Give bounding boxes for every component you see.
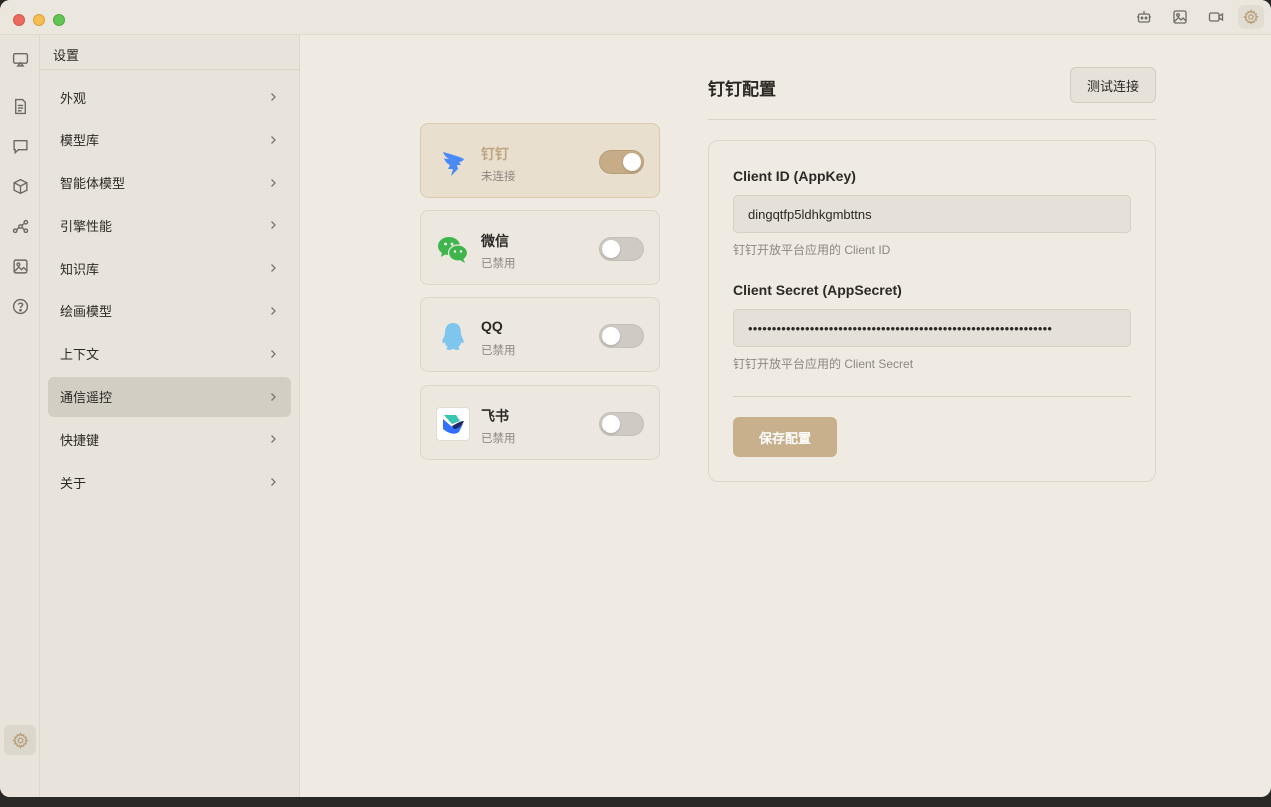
sidebar-item-model-library[interactable]: 模型库 — [48, 120, 291, 160]
chevron-right-icon — [271, 392, 276, 401]
divider — [733, 396, 1131, 397]
sidebar-item-drawing-model[interactable]: 绘画模型 — [48, 291, 291, 331]
sidebar-item-label: 快捷键 — [60, 432, 100, 448]
channel-name: 微信 — [481, 233, 509, 249]
sidebar-item-label: 关于 — [60, 475, 87, 491]
image-icon[interactable] — [1167, 5, 1193, 29]
client-id-label: Client ID (AppKey) — [733, 168, 856, 184]
channel-card-dingtalk[interactable]: 钉钉 未连接 — [420, 123, 660, 198]
document-icon[interactable] — [4, 91, 36, 121]
divider — [708, 119, 1156, 120]
channel-card-qq[interactable]: QQ 已禁用 — [420, 297, 660, 372]
chevron-right-icon — [271, 93, 276, 101]
sidebar-item-remote-control[interactable]: 通信遥控 — [48, 376, 291, 417]
channel-status: 已禁用 — [481, 433, 516, 445]
settings-icon[interactable] — [1238, 5, 1264, 29]
channel-name: 钉钉 — [481, 146, 509, 162]
close-window-button[interactable] — [13, 14, 25, 26]
sidebar-item-shortcuts[interactable]: 快捷键 — [48, 419, 291, 459]
app-window: 设置 外观 模型库 智能体模型 引擎性能 知识库 绘画模型 上下文 通信遥控 快… — [0, 0, 1271, 797]
channel-status: 已禁用 — [481, 258, 516, 270]
chevron-right-icon — [271, 349, 276, 358]
client-secret-label: Client Secret (AppSecret) — [733, 282, 902, 298]
client-secret-input[interactable]: ••••••••••••••••••••••••••••••••••••••••… — [733, 309, 1131, 347]
minimize-window-button[interactable] — [33, 14, 45, 26]
channel-status: 已禁用 — [481, 345, 516, 357]
sidebar-item-engine-performance[interactable]: 引擎性能 — [48, 205, 291, 245]
sidebar-item-label: 上下文 — [60, 347, 100, 363]
sidebar-item-about[interactable]: 关于 — [48, 462, 291, 502]
sidebar-item-knowledge-base[interactable]: 知识库 — [48, 248, 291, 288]
chevron-right-icon — [271, 178, 276, 187]
sidebar-title: 设置 — [40, 35, 299, 70]
sidebar-item-appearance[interactable]: 外观 — [48, 77, 291, 117]
maximize-window-button[interactable] — [53, 14, 65, 26]
video-icon[interactable] — [1203, 5, 1229, 29]
save-config-button[interactable]: 保存配置 — [733, 417, 837, 457]
sidebar-item-label: 通信遥控 — [60, 390, 113, 406]
sidebar-item-label: 智能体模型 — [60, 176, 126, 192]
channel-name: 飞书 — [481, 408, 509, 424]
main-content: 钉钉 未连接 微信 已禁用 QQ 已禁用 飞书 已禁用 钉钉配置 测试连接 Cl… — [300, 35, 1271, 797]
config-title: 钉钉配置 — [708, 80, 776, 99]
sidebar-item-label: 引擎性能 — [60, 218, 113, 234]
client-secret-help: 钉钉开放平台应用的 Client Secret — [733, 357, 914, 371]
sidebar-item-agent-model[interactable]: 智能体模型 — [48, 163, 291, 203]
chevron-right-icon — [271, 307, 276, 315]
sidebar-item-context[interactable]: 上下文 — [48, 334, 291, 374]
desktop-background — [0, 797, 1271, 807]
client-id-help: 钉钉开放平台应用的 Client ID — [733, 243, 891, 257]
robot-icon[interactable] — [1131, 5, 1157, 29]
settings-menu: 外观 模型库 智能体模型 引擎性能 知识库 绘画模型 上下文 通信遥控 快捷键 … — [40, 70, 299, 512]
channel-status: 未连接 — [481, 171, 516, 183]
qq-icon — [442, 323, 464, 350]
chevron-right-icon — [271, 135, 276, 144]
sidebar-item-label: 知识库 — [60, 261, 100, 277]
sidebar-item-label: 绘画模型 — [60, 304, 113, 320]
feishu-icon — [436, 407, 470, 441]
chat-icon[interactable] — [4, 131, 36, 161]
settings-icon[interactable] — [4, 725, 36, 755]
workflow-icon[interactable] — [4, 211, 36, 241]
chevron-right-icon — [271, 435, 276, 444]
client-id-input[interactable]: dingqtfp5ldhkgmbttns — [733, 195, 1131, 233]
channel-card-wechat[interactable]: 微信 已禁用 — [420, 210, 660, 285]
settings-sidebar: 设置 外观 模型库 智能体模型 引擎性能 知识库 绘画模型 上下文 通信遥控 快… — [40, 35, 300, 797]
channel-card-feishu[interactable]: 飞书 已禁用 — [420, 385, 660, 460]
chevron-right-icon — [271, 264, 276, 273]
channel-toggle[interactable] — [599, 412, 644, 436]
chevron-right-icon — [271, 221, 276, 230]
gallery-icon[interactable] — [4, 251, 36, 281]
channel-toggle[interactable] — [599, 150, 644, 174]
cube-icon[interactable] — [4, 171, 36, 201]
title-bar — [0, 0, 1271, 35]
sidebar-item-label: 外观 — [60, 90, 87, 106]
config-form: Client ID (AppKey) dingqtfp5ldhkgmbttns … — [708, 140, 1156, 482]
channel-name: QQ — [481, 318, 503, 334]
icon-rail — [0, 35, 40, 797]
channel-toggle[interactable] — [599, 324, 644, 348]
sidebar-item-label: 模型库 — [60, 133, 100, 149]
dingtalk-icon — [443, 152, 464, 176]
screen-share-icon[interactable] — [4, 44, 36, 74]
channel-toggle[interactable] — [599, 237, 644, 261]
chevron-right-icon — [271, 478, 276, 487]
help-icon[interactable] — [4, 291, 36, 321]
test-connection-button[interactable]: 测试连接 — [1070, 67, 1156, 103]
wechat-icon — [438, 237, 469, 263]
